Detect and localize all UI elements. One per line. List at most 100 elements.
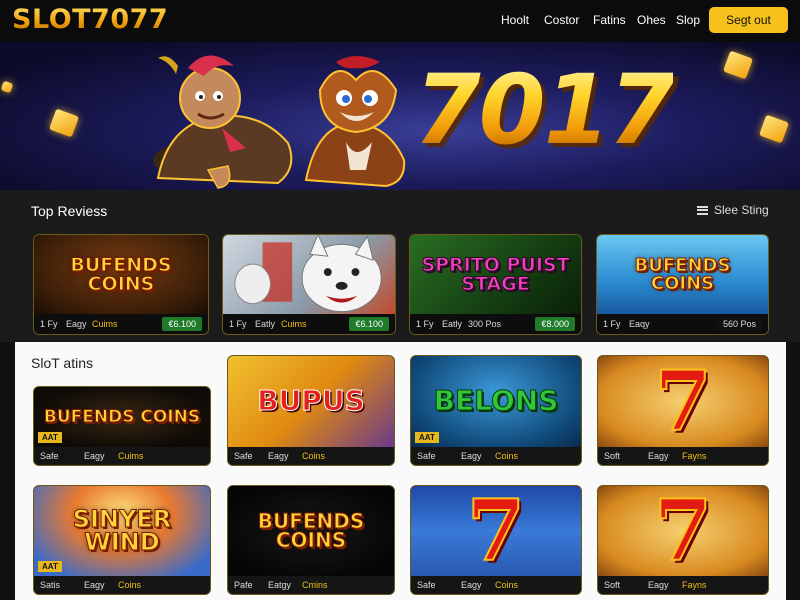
game-thumbnail: BUFENDS COINS bbox=[34, 235, 208, 314]
meta-stat: 1 Fy bbox=[229, 319, 247, 329]
game-thumbnail: SPRITO PUIST STAGE bbox=[410, 235, 581, 314]
game-title: BUFENDS COINS bbox=[257, 509, 365, 552]
meta-reward: Coins bbox=[495, 580, 519, 590]
sign-out-button[interactable]: Segt out bbox=[709, 7, 788, 33]
meta-reward: Coins bbox=[118, 580, 142, 590]
meta-stat: Safe bbox=[234, 451, 253, 461]
card-meta: Soft Eagy Fayns bbox=[598, 447, 768, 465]
game-badge: AAT bbox=[415, 432, 439, 443]
card-meta: 1 Fy Eatly Cuims €6.100 bbox=[223, 314, 395, 334]
slot-game-card[interactable]: 7 Soft Eagy Fayns bbox=[597, 485, 769, 595]
card-meta: Safe Eagy Cuims bbox=[34, 447, 210, 465]
card-meta: Pafe Eatgy Cmins bbox=[228, 576, 394, 594]
meta-difficulty: Eagy bbox=[461, 580, 482, 590]
slot-game-card[interactable]: 7 Soft Eagy Fayns bbox=[597, 355, 769, 466]
game-badge: AAT bbox=[38, 561, 62, 572]
review-card[interactable]: BUFENDS COINS 1 Fy Eagy Cuims €6.100 bbox=[33, 234, 209, 335]
nav-item-costor[interactable]: Costor bbox=[544, 13, 579, 27]
game-title: 7 bbox=[653, 486, 713, 576]
meta-difficulty: Eatgy bbox=[268, 580, 292, 590]
meta-stat: Pafe bbox=[234, 580, 253, 590]
game-thumbnail: 7 bbox=[598, 486, 768, 576]
slot-game-card[interactable]: BELONS AAT Safe Eagy Coins bbox=[410, 355, 582, 466]
slot-game-card[interactable]: BUFENDS COINS AAT Safe Eagy Cuims bbox=[33, 386, 211, 466]
game-title: BELONS bbox=[433, 384, 559, 418]
game-thumbnail bbox=[223, 235, 395, 314]
meta-reward: Fayns bbox=[682, 451, 707, 461]
card-meta: Safe Eagy Coins bbox=[411, 447, 581, 465]
meta-reward: 300 Pos bbox=[468, 319, 502, 329]
slot-game-card[interactable]: BUPUS Safe Eagy Coins bbox=[227, 355, 395, 466]
meta-stat: 1 Fy bbox=[40, 319, 58, 329]
site-logo[interactable]: SLOT7077 bbox=[12, 4, 168, 35]
see-all-link[interactable]: Slee Sting bbox=[697, 203, 769, 217]
meta-stat: Soft bbox=[604, 580, 621, 590]
price-badge: €6.100 bbox=[162, 317, 202, 331]
game-badge: AAT bbox=[38, 432, 62, 443]
top-reviews-title: Top Reviess bbox=[31, 203, 108, 219]
slot-game-card[interactable]: BUFENDS COINS Pafe Eatgy Cmins bbox=[227, 485, 395, 595]
meta-reward: Cuims bbox=[92, 319, 118, 329]
game-thumbnail: BUFENDS COINS bbox=[228, 486, 394, 576]
game-thumbnail: BUPUS bbox=[228, 356, 394, 447]
meta-reward: Fayns bbox=[682, 580, 707, 590]
meta-reward: Cuims bbox=[281, 319, 307, 329]
meta-difficulty: Eatly bbox=[255, 319, 276, 329]
meta-difficulty: Eagy bbox=[84, 451, 105, 461]
meta-difficulty: Eagy bbox=[648, 580, 669, 590]
wolf-illustration bbox=[234, 235, 382, 313]
meta-difficulty: Eagy bbox=[648, 451, 669, 461]
meta-stat: Safe bbox=[40, 451, 59, 461]
coin-icon bbox=[722, 50, 754, 80]
nav-item-ohes[interactable]: Ohes bbox=[637, 13, 666, 27]
slot-game-card[interactable]: 7 Safe Eagy Coins bbox=[410, 485, 582, 595]
card-meta: Safe Eagy Coins bbox=[228, 447, 394, 465]
game-title: SINYER WIND bbox=[72, 505, 172, 556]
coin-icon bbox=[758, 114, 790, 144]
meta-stat: Safe bbox=[417, 580, 436, 590]
nav-item-hoolt[interactable]: Hoolt bbox=[501, 13, 529, 27]
meta-stat: Satis bbox=[40, 580, 61, 590]
game-title: 7 bbox=[653, 356, 712, 447]
card-meta: 1 Fy Eagy Cuims €6.100 bbox=[34, 314, 208, 334]
nav-item-fatins[interactable]: Fatins bbox=[593, 13, 626, 27]
game-title: BUFENDS COINS bbox=[43, 406, 201, 427]
card-meta: Satis Eagy Coins bbox=[34, 576, 210, 594]
game-title: BUPUS bbox=[257, 384, 366, 418]
price-badge: 560 Pos bbox=[716, 317, 762, 331]
hero-headline: 7017 bbox=[414, 54, 675, 166]
game-title: BUFENDS COINS bbox=[70, 254, 172, 295]
review-card[interactable]: BUFENDS COINS 1 Fy Eaqy 560 Pos bbox=[596, 234, 769, 335]
nav-item-slop[interactable]: Slop bbox=[676, 13, 700, 27]
meta-difficulty: Eagy bbox=[268, 451, 289, 461]
game-title: BUFENDS COINS bbox=[634, 255, 731, 294]
game-title: 7 bbox=[466, 486, 526, 576]
meta-reward: Coins bbox=[302, 451, 326, 461]
review-card[interactable]: 1 Fy Eatly Cuims €6.100 bbox=[222, 234, 396, 335]
card-meta: Soft Eagy Fayns bbox=[598, 576, 768, 594]
meta-stat: Soft bbox=[604, 451, 621, 461]
card-meta: Safe Eagy Coins bbox=[411, 576, 581, 594]
fox-mascot-illustration bbox=[304, 56, 406, 188]
game-thumbnail: 7 bbox=[411, 486, 581, 576]
meta-reward: Cmins bbox=[302, 580, 328, 590]
game-thumbnail: BUFENDS COINS bbox=[597, 235, 768, 314]
monkey-mascot-illustration bbox=[153, 55, 293, 189]
game-thumbnail: 7 bbox=[598, 356, 768, 447]
meta-stat: 1 Fy bbox=[603, 319, 621, 329]
review-card[interactable]: SPRITO PUIST STAGE 1 Fy Eatly 300 Pos €8… bbox=[409, 234, 582, 335]
price-badge: €8.000 bbox=[535, 317, 575, 331]
meta-difficulty: Eaqy bbox=[629, 319, 650, 329]
slot-game-card[interactable]: SINYER WIND AAT Satis Eagy Coins bbox=[33, 485, 211, 595]
see-all-label: Slee Sting bbox=[714, 203, 769, 217]
price-badge: €6.100 bbox=[349, 317, 389, 331]
meta-difficulty: Eagy bbox=[66, 319, 87, 329]
meta-difficulty: Eagy bbox=[84, 580, 105, 590]
meta-stat: Safe bbox=[417, 451, 436, 461]
slot-games-title: SloT atins bbox=[31, 355, 93, 371]
top-header: SLOT7077 Hoolt Costor Fatins Ohes Slop S… bbox=[0, 0, 800, 42]
menu-icon bbox=[697, 205, 708, 215]
coin-icon bbox=[0, 80, 14, 94]
hero-banner[interactable]: 7017 7017 bbox=[0, 42, 800, 190]
meta-difficulty: Eagy bbox=[461, 451, 482, 461]
